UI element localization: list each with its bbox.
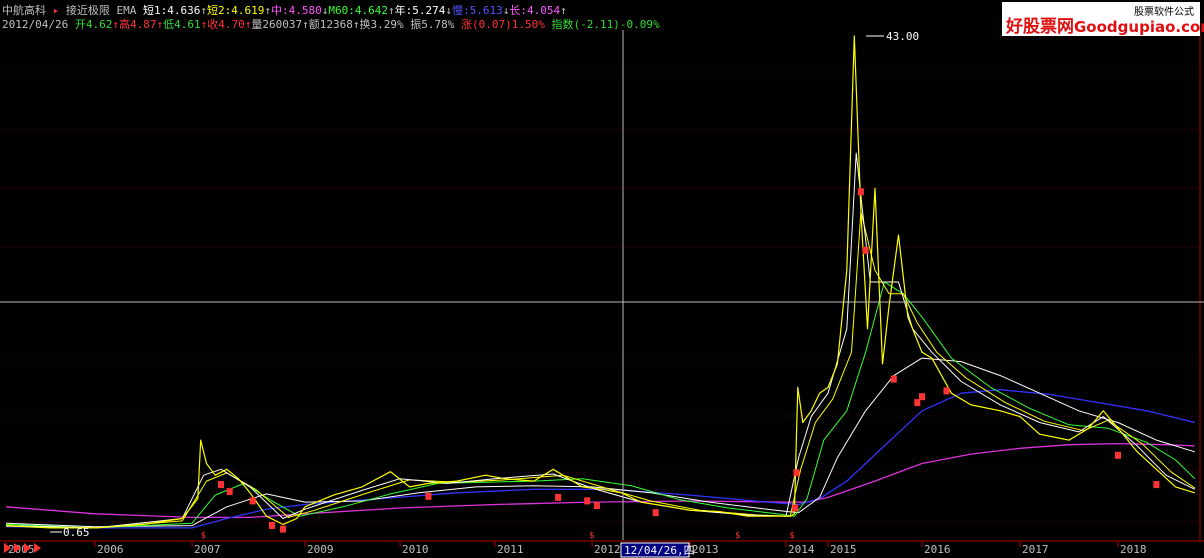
amplitude-value: 5.78% [421,18,455,31]
watermark-en: Goodgupiao.com [1074,18,1204,36]
open-label: 开 [74,18,86,31]
close-value: 4.70 [218,18,245,31]
x-tick-label-2017: 2017 [1022,543,1049,556]
close-label: 收 [207,18,219,31]
turnover-value: 3.29% [370,18,404,31]
x-tick-label-2016: 2016 [924,543,951,556]
high-label: 高 [118,18,130,31]
dollar-marker-2: $ [735,531,740,541]
moving-average-lines [5,35,1196,529]
dollar-marker-1: $ [589,531,594,541]
x-tick-label-2013: 2013 [692,543,719,556]
signal-marker-9 [652,509,659,517]
series-line-ma_short2 [5,211,1196,529]
x-tick-label-2011: 2011 [497,543,524,556]
price-max-label: 43.00 [886,30,919,43]
open-value: 4.62 [85,18,113,31]
change-value: (0.07)1.50% [471,18,545,31]
watermark-cn: 好股票网 [1006,17,1074,37]
signal-marker-13 [862,246,869,254]
quote-header: 2012/04/26 开4.62↑高4.87↑低4.61↑收4.70↑量2600… [2,18,660,31]
x-tick-label-2006: 2006 [97,543,124,556]
amount-value: 12368 [319,18,353,31]
amplitude-label: 振 [410,18,422,31]
low-value: 4.61 [174,18,201,31]
x-tick-label-2014: 2014 [788,543,815,556]
signal-marker-1 [226,488,233,496]
signal-marker-17 [943,387,950,395]
time-axis-ticks: 2005 2006 2007 2009 2010 2011 2012 2013 2014 2015… [5,541,1147,556]
turnover-label: 换 [359,18,371,31]
crosshair-date-label: 12/04/26,四 [624,544,695,557]
high-value: 4.87 [129,18,157,31]
signal-marker-7 [584,497,591,505]
signal-marker-4 [280,525,286,533]
dollar-marker-3: $ [789,531,794,541]
price-grid [0,30,1204,541]
signal-marker-10 [792,504,799,512]
amount-label: 额 [308,18,320,31]
signal-marker-12 [857,188,864,196]
index-value: (-2.11)-0.09% [573,18,660,31]
signal-marker-0 [218,481,224,489]
volume-value: 260037 [262,18,303,31]
x-tick-label-2010: 2010 [402,543,429,556]
series-line-ma_long [5,442,1195,519]
change-label: 涨 [460,18,472,31]
k-line-chart[interactable]: $ $ $ $ 43.00 0.65 2005 2006 2007 2009 2010 2011… [0,0,1204,558]
signal-marker-18 [1115,451,1121,459]
x-tick-label-2012: 2012 [594,543,621,556]
x-tick-label-2018: 2018 [1120,543,1147,556]
signal-marker-16 [919,393,925,401]
signal-marker-6 [555,493,562,501]
signal-marker-5 [425,492,432,500]
x-tick-label-2005: 2005 [8,543,35,556]
x-tick-label-2015: 2015 [830,543,857,556]
x-tick-label-2007: 2007 [194,543,221,556]
series-line-ma_slow [5,389,1195,529]
volume-label: 量 [251,18,263,31]
signal-marker-14 [890,375,897,383]
site-watermark: 股票软件公式 好股票网Goodgupiao.com [1002,2,1204,37]
low-label: 低 [163,18,175,31]
price-max-annotation: 43.00 [866,30,919,43]
index-label: 指数 [551,18,574,31]
price-min-label: 0.65 [63,526,90,539]
signal-marker-3 [269,522,275,529]
signal-marker-19 [1153,481,1160,489]
signal-marker-11 [793,469,800,477]
signal-markers: $ $ $ $ [201,188,1160,541]
signal-marker-8 [593,502,600,510]
signal-marker-2 [249,497,256,505]
x-tick-label-2009: 2009 [307,543,334,556]
indicator-header: 中航高科 ▸ 接近极限 EMA 短1:4.636↑短2:4.619↑中:4.58… [2,2,567,17]
series-line-close [5,35,1195,529]
dollar-marker-0: $ [201,531,206,541]
quote-date: 2012/04/26 [2,18,69,31]
